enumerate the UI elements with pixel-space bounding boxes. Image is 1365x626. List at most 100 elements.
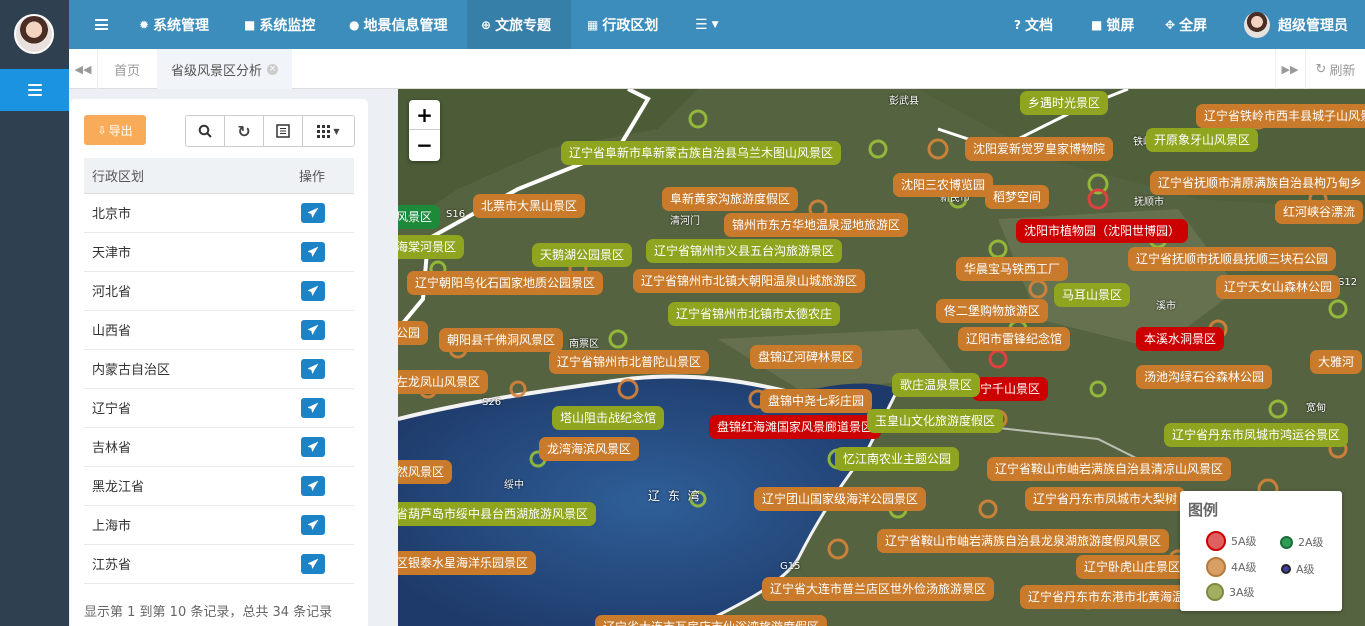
nav-item-admin-division[interactable]: ▦ 行政区划 <box>587 0 658 49</box>
scenic-area-label[interactable]: 开原象牙山风景区 <box>1146 128 1259 152</box>
scenic-area-label[interactable]: 辽宁省锦州市义县五台沟旅游景区 <box>646 239 843 263</box>
zoom-out-button[interactable]: − <box>409 130 440 160</box>
scenic-area-label[interactable]: 沈阳爱新觉罗皇家博物院 <box>965 137 1114 161</box>
scenic-area-label[interactable]: 辽宁天女山森林公园 <box>1216 275 1341 299</box>
nav-fullscreen-button[interactable]: ✥ 全屏 <box>1165 0 1207 49</box>
locate-button[interactable] <box>301 553 325 574</box>
actions-cell <box>299 388 354 428</box>
scenic-area-label[interactable]: 辽宁朝阳鸟化石国家地质公园景区 <box>407 271 604 295</box>
tab-scroll-left-button[interactable]: ◀◀ <box>69 49 98 89</box>
column-header-actions: 操作 <box>299 158 354 194</box>
scenic-area-label[interactable]: 大雅河 <box>1310 350 1363 374</box>
scenic-area-label[interactable]: 然风景区 <box>398 460 453 484</box>
scenic-area-label[interactable]: 朝阳县千佛洞风景区 <box>439 328 564 352</box>
locate-button[interactable] <box>301 514 325 535</box>
scenic-area-label[interactable]: 锦州市东方华地温泉湿地旅游区 <box>724 213 909 237</box>
scenic-area-label[interactable]: 辽宁省大连市普兰店区世外俭汤旅游景区 <box>762 577 995 601</box>
scenic-area-label[interactable]: 天鹅湖公园景区 <box>532 243 633 267</box>
reload-button[interactable]: ↻ <box>225 116 264 146</box>
hamburger-icon <box>27 84 42 96</box>
scenic-area-label[interactable]: 辽宁团山国家级海洋公园景区 <box>754 487 927 511</box>
locate-button[interactable] <box>301 358 325 379</box>
locate-button[interactable] <box>301 319 325 340</box>
scenic-area-label[interactable]: 塔山阻击战纪念馆 <box>552 406 665 430</box>
scenic-area-label[interactable]: 辽宁省大连市瓦房店市仙浴湾旅游度假区 <box>595 615 828 626</box>
map-view[interactable]: 彭武县 新民市 铁岭市 清河门 抚顺市 南票区 溪市 宽甸 绥中 S26 S16… <box>398 89 1365 626</box>
scenic-area-label[interactable]: 阜新黄家沟旅游度假区 <box>662 187 799 211</box>
scenic-area-label[interactable]: 本溪水洞景区 <box>1136 327 1225 351</box>
scenic-area-label[interactable]: 辽宁卧虎山庄景区 <box>1076 555 1189 579</box>
scenic-area-label[interactable]: 沈阳三农博览园 <box>893 173 994 197</box>
scenic-area-label[interactable]: 北票市大黑山景区 <box>473 194 586 218</box>
scenic-area-label[interactable]: 盘锦辽河碑林景区 <box>750 345 863 369</box>
export-button[interactable]: ⇩ 导出 <box>84 115 146 145</box>
locate-button[interactable] <box>301 280 325 301</box>
scenic-area-label[interactable]: 稻梦空间 <box>985 185 1050 209</box>
nav-item-culture-tourism[interactable]: ⊕ 文旅专题 <box>467 0 571 49</box>
nav-item-system-monitor[interactable]: ■ 系统监控 <box>244 0 315 49</box>
nav-more-dropdown[interactable]: ☰ ▼ <box>695 0 718 49</box>
scenic-area-label[interactable]: 辽宁省丹东市凤城市鸿运谷景区 <box>1164 423 1349 447</box>
scenic-area-label[interactable]: 乡遇时光景区 <box>1020 91 1109 115</box>
locate-button[interactable] <box>301 241 325 262</box>
scenic-area-label[interactable]: 公园 <box>398 321 429 345</box>
locate-button[interactable] <box>301 436 325 457</box>
zoom-in-button[interactable]: + <box>409 100 440 130</box>
scenic-area-label[interactable]: 龙湾海滨风景区 <box>539 437 640 461</box>
refresh-button[interactable]: ↻ 刷新 <box>1305 49 1365 89</box>
scenic-area-label[interactable]: 忆江南农业主题公园 <box>835 447 960 471</box>
scenic-area-label[interactable]: 辽宁省锦州市北普陀山景区 <box>549 350 710 374</box>
hamburger-icon <box>95 19 108 30</box>
scenic-area-label[interactable]: 辽宁省锦州市北镇市太德农庄 <box>668 302 841 326</box>
scenic-area-label[interactable]: 玉皇山文化旅游度假区 <box>867 409 1004 433</box>
column-header-region[interactable]: 行政区划 <box>84 158 299 194</box>
nav-item-system-management[interactable]: ✹ 系统管理 <box>139 0 209 49</box>
scenic-area-label[interactable]: 风景区 <box>398 205 441 229</box>
scenic-area-label[interactable]: 辽宁省鞍山市岫岩满族自治县龙泉湖旅游度假风景区 <box>877 529 1170 553</box>
search-button[interactable] <box>186 116 225 146</box>
scenic-area-label[interactable]: 汤池沟绿石谷森林公园 <box>1136 365 1273 389</box>
locate-button[interactable] <box>301 475 325 496</box>
sidebar-menu-button[interactable] <box>0 69 69 111</box>
scenic-area-label[interactable]: 省葫芦岛市绥中县台西湖旅游风景区 <box>398 502 597 526</box>
download-icon: ⇩ <box>97 123 107 137</box>
region-table-card: ⇩ 导出 ↻ ▼ 行政区划 操作 北京市 天津市河北省 山西省 内蒙古自治区 辽… <box>70 99 368 626</box>
toggle-view-button[interactable] <box>264 116 303 146</box>
sidebar-toggle-button[interactable] <box>95 0 108 49</box>
scenic-area-label[interactable]: 佟二堡购物旅游区 <box>936 299 1049 323</box>
scenic-area-label[interactable]: 辽宁省抚顺市清原满族自治县枸乃甸乡 <box>1150 171 1365 195</box>
scenic-area-label[interactable]: 左龙凤山风景区 <box>398 370 489 394</box>
scenic-area-label[interactable]: 华晨宝马铁西工厂 <box>956 257 1069 281</box>
scenic-area-label[interactable]: 盘锦红海滩国家风景廊道景区 <box>709 415 882 439</box>
scenic-area-label[interactable]: 辽宁省锦州市北镇大朝阳温泉山城旅游区 <box>633 269 866 293</box>
scenic-area-label[interactable]: 歌庄温泉景区 <box>892 373 981 397</box>
tab-province-scenic-analysis[interactable]: 省级风景区分析 × <box>157 49 293 89</box>
nav-docs-button[interactable]: ? 文档 <box>1014 0 1053 49</box>
scenic-area-label[interactable]: 辽宁省丹东市凤城市大梨树 <box>1025 487 1186 511</box>
scenic-area-label[interactable]: 沈阳市植物园（沈阳世博园） <box>1016 219 1189 243</box>
table-row: 辽宁省 <box>84 388 354 428</box>
tab-scroll-right-button[interactable]: ▶▶ <box>1275 49 1304 89</box>
user-menu[interactable]: 超级管理员 <box>1244 0 1348 49</box>
avatar[interactable] <box>14 14 54 54</box>
scenic-area-label[interactable]: 红河峡谷漂流 <box>1275 200 1364 224</box>
scenic-area-label[interactable]: 辽宁省铁岭市西丰县城子山风景区 <box>1196 104 1365 128</box>
nav-lock-button[interactable]: ■ 锁屏 <box>1091 0 1134 49</box>
scenic-area-label[interactable]: 马耳山景区 <box>1054 283 1131 307</box>
tab-home[interactable]: 首页 <box>99 49 155 89</box>
locate-button[interactable] <box>301 202 325 223</box>
close-icon[interactable]: × <box>267 63 279 75</box>
scenic-area-label[interactable]: 辽宁省抚顺市抚顺县抚顺三块石公园 <box>1128 247 1337 271</box>
scenic-area-label[interactable]: 宁千山景区 <box>972 377 1049 401</box>
scenic-area-label[interactable]: 辽宁省阜新市阜新蒙古族自治县乌兰木图山风景区 <box>561 141 842 165</box>
scenic-area-label[interactable]: 盘锦中尧七彩庄园 <box>760 389 873 413</box>
nav-item-geo-info[interactable]: ● 地景信息管理 <box>349 0 447 49</box>
scenic-area-label[interactable]: 辽阳市雷锋纪念馆 <box>958 327 1071 351</box>
scenic-area-label[interactable]: 区银泰水星海洋乐园景区 <box>398 551 537 575</box>
locate-button[interactable] <box>301 397 325 418</box>
scenic-area-label[interactable]: 辽宁省鞍山市岫岩满族自治县清凉山风景区 <box>987 457 1232 481</box>
columns-dropdown-button[interactable]: ▼ <box>303 116 354 146</box>
scenic-area-label[interactable]: 辽宁省丹东市东港市北黄海温 <box>1020 585 1193 609</box>
scenic-area-label[interactable]: 海棠河景区 <box>398 235 465 259</box>
table-toolbar: ↻ ▼ <box>185 115 355 147</box>
